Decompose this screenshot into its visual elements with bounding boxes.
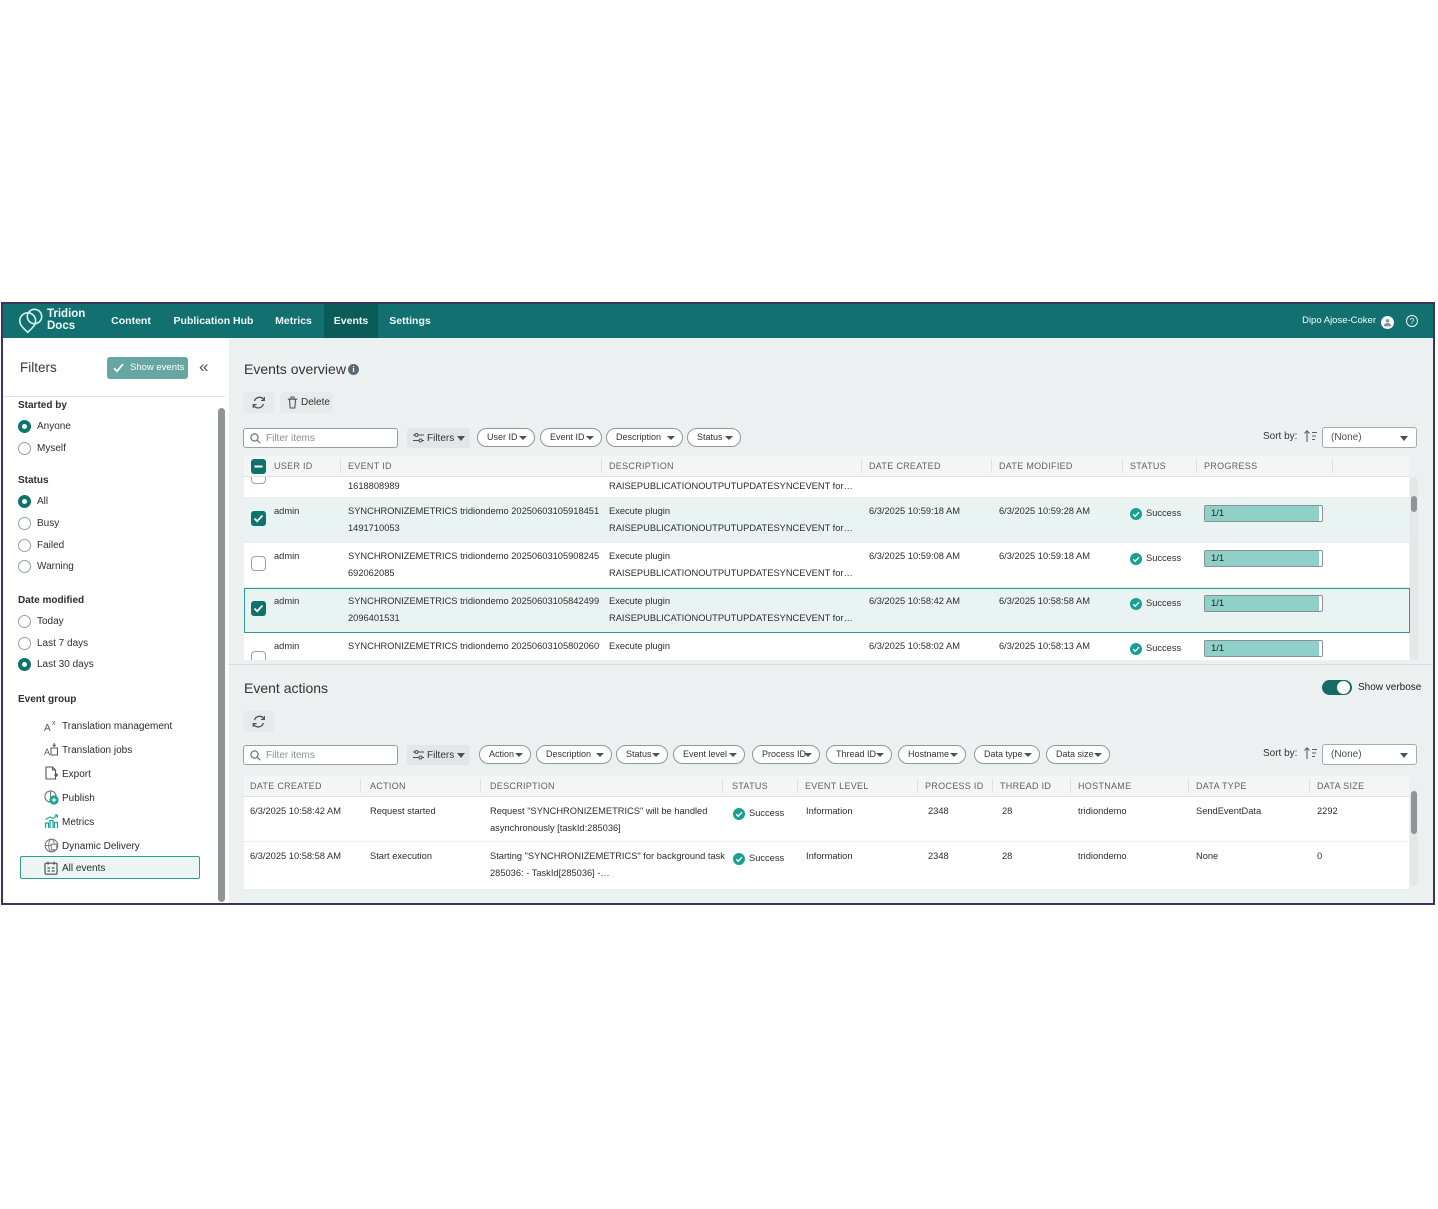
svg-text:A: A bbox=[44, 747, 50, 756]
svg-text:x: x bbox=[52, 720, 56, 727]
svg-text:A: A bbox=[44, 723, 51, 732]
